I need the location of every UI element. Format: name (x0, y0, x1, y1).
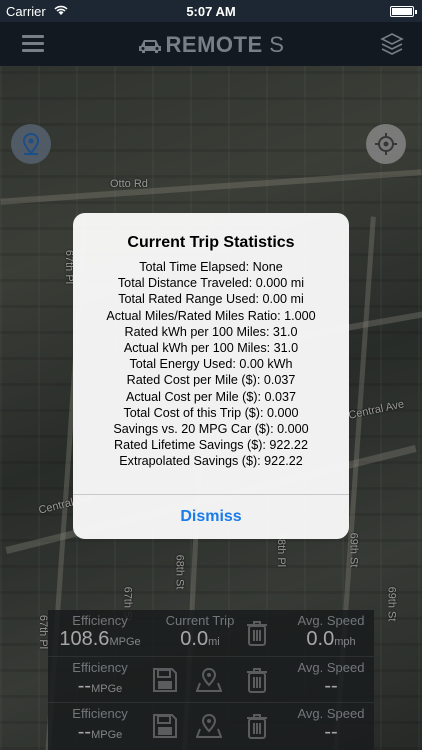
stat-line: Actual Miles/Rated Miles Ratio: 1.000 (106, 308, 316, 323)
stat-line: Actual kWh per 100 Miles: 31.0 (123, 341, 299, 356)
dismiss-button[interactable]: Dismiss (73, 495, 349, 539)
dialog-message: Total Time Elapsed: None Total Distance … (73, 259, 349, 470)
stat-line: Total Energy Used: 0.00 kWh (129, 357, 293, 372)
stat-line: Actual Cost per Mile ($): 0.037 (125, 389, 297, 404)
stat-line: Total Distance Traveled: 0.000 mi (117, 276, 305, 291)
stat-line: Total Rated Range Used: 0.00 mi (118, 292, 304, 307)
battery-icon (390, 6, 417, 17)
stat-line: Extrapolated Savings ($): 922.22 (119, 454, 303, 469)
dialog-title: Current Trip Statistics (127, 234, 295, 251)
stat-line: Rated kWh per 100 Miles: 31.0 (124, 324, 298, 339)
stat-line: Savings vs. 20 MPG Car ($): 0.000 (113, 422, 309, 437)
stat-line: Total Time Elapsed: None (139, 260, 283, 274)
trip-statistics-dialog: Current Trip Statistics Total Time Elaps… (73, 213, 349, 539)
stat-line: Total Cost of this Trip ($): 0.000 (123, 405, 299, 420)
status-bar: Carrier 5:07 AM (0, 0, 422, 22)
stat-line: Rated Cost per Mile ($): 0.037 (126, 373, 296, 388)
stat-line: Rated Lifetime Savings ($): 922.22 (114, 438, 308, 453)
clock: 5:07 AM (186, 4, 236, 19)
